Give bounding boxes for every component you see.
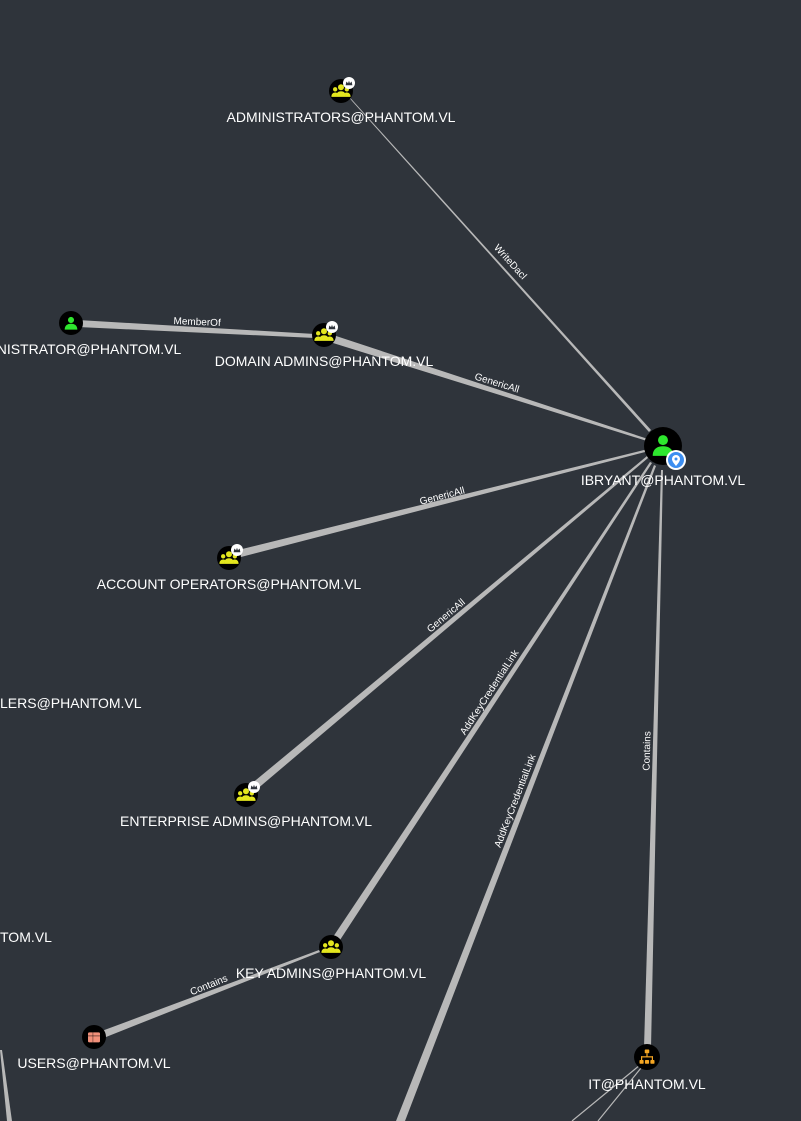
edge-contains-users[interactable] (99, 950, 320, 1039)
node-it[interactable]: IT@PHANTOM.VL (588, 1044, 706, 1092)
edge-label-memberof: MemberOf (173, 316, 221, 329)
node-label: ACCOUNT OPERATORS@PHANTOM.VL (97, 576, 362, 592)
container-icon (88, 1032, 100, 1043)
node-label: USERS@PHANTOM.VL (17, 1055, 170, 1071)
node-key-admins[interactable]: KEY ADMINS@PHANTOM.VL (236, 935, 427, 981)
edge-genericall-account-operators[interactable] (234, 449, 649, 558)
node-label: LERS@PHANTOM.VL (0, 695, 142, 711)
edge-label-addkeycredentiallink-offscreen: AddKeyCredentialLink (493, 752, 539, 849)
node-ibryant[interactable]: IBRYANT@PHANTOM.VL (581, 427, 746, 488)
node-domain-admins[interactable]: DOMAIN ADMINS@PHANTOM.VL (215, 321, 434, 369)
node-label: TOM.VL (0, 929, 52, 945)
node-administrator-user[interactable]: NISTRATOR@PHANTOM.VL (0, 311, 181, 357)
node-label: ENTERPRISE ADMINS@PHANTOM.VL (120, 813, 372, 829)
attack-path-graph[interactable]: WriteDacl MemberOf GenericAll GenericAll… (0, 0, 801, 1121)
edge-label-addkeycredentiallink-key-admins: AddKeyCredentialLink (458, 647, 522, 737)
node-users[interactable]: USERS@PHANTOM.VL (17, 1025, 171, 1071)
edge-offscreen-left[interactable] (0, 1050, 12, 1121)
node-label: IBRYANT@PHANTOM.VL (581, 472, 746, 488)
edge-label-contains-it: Contains (641, 731, 653, 771)
node-label: DOMAIN ADMINS@PHANTOM.VL (215, 353, 434, 369)
node-label: ADMINISTRATORS@PHANTOM.VL (227, 109, 456, 125)
node-tom-partial[interactable]: TOM.VL (0, 929, 52, 945)
edge-genericall-enterprise-admins[interactable] (250, 456, 648, 790)
edge-addkeycredentiallink-key-admins[interactable] (333, 462, 652, 940)
edge-it-offscreen-1[interactable] (571, 1064, 641, 1121)
node-administrators[interactable]: ADMINISTRATORS@PHANTOM.VL (227, 77, 456, 125)
edge-genericall-domain-admins[interactable] (330, 334, 648, 441)
node-label: NISTRATOR@PHANTOM.VL (0, 341, 181, 357)
node-label: KEY ADMINS@PHANTOM.VL (236, 965, 427, 981)
node-enterprise-admins[interactable]: ENTERPRISE ADMINS@PHANTOM.VL (120, 781, 372, 829)
node-controllers-partial[interactable]: LERS@PHANTOM.VL (0, 695, 142, 711)
node-label: IT@PHANTOM.VL (588, 1076, 706, 1092)
node-account-operators[interactable]: ACCOUNT OPERATORS@PHANTOM.VL (97, 544, 362, 592)
